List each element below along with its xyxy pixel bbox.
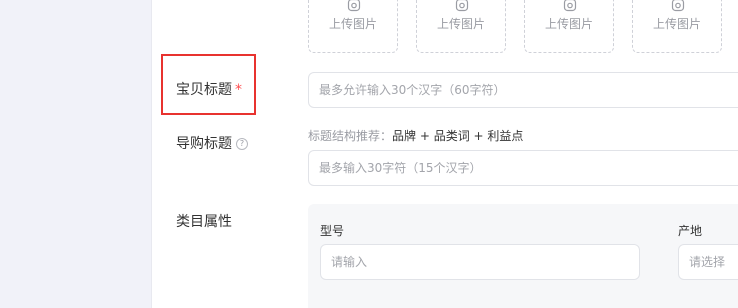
image-upload-icon — [347, 0, 361, 12]
image-upload-icon — [563, 0, 577, 12]
left-sidebar — [0, 0, 152, 308]
model-input[interactable]: 请输入 — [320, 244, 640, 280]
upload-image-slot-4[interactable]: 上传图片 — [632, 0, 722, 53]
image-upload-icon — [455, 0, 469, 12]
required-mark: * — [235, 82, 242, 98]
title-label: 宝贝标题 * — [176, 79, 242, 99]
upload-label: 上传图片 — [328, 17, 377, 31]
upload-label: 上传图片 — [544, 17, 593, 31]
origin-label: 产地 — [678, 224, 703, 238]
guide-title-label-text: 导购标题 — [176, 136, 232, 152]
model-label: 型号 — [320, 224, 345, 238]
upload-image-slot-3[interactable]: 上传图片 — [524, 0, 614, 53]
image-upload-icon — [671, 0, 685, 12]
upload-image-slot-2[interactable]: 上传图片 — [416, 0, 506, 53]
guide-title-label: 导购标题? — [176, 133, 248, 153]
upload-label: 上传图片 — [652, 17, 701, 31]
question-circle-icon[interactable]: ? — [236, 138, 248, 150]
title-input[interactable]: 最多允许输入30个汉字（60字符） — [308, 72, 738, 108]
title-label-text: 宝贝标题 — [176, 82, 232, 98]
hint-body: 品牌 + 品类词 + 利益点 — [392, 129, 524, 143]
category-attrs-label: 类目属性 — [176, 214, 232, 230]
guide-title-hint: 标题结构推荐：品牌 + 品类词 + 利益点 — [308, 127, 523, 144]
upload-image-slot-1[interactable]: 上传图片 — [308, 0, 398, 53]
hint-prefix: 标题结构推荐： — [308, 129, 393, 143]
upload-label: 上传图片 — [436, 17, 485, 31]
guide-title-input[interactable]: 最多输入30字符（15个汉字） — [308, 150, 738, 186]
origin-select[interactable]: 请选择 — [678, 244, 738, 280]
